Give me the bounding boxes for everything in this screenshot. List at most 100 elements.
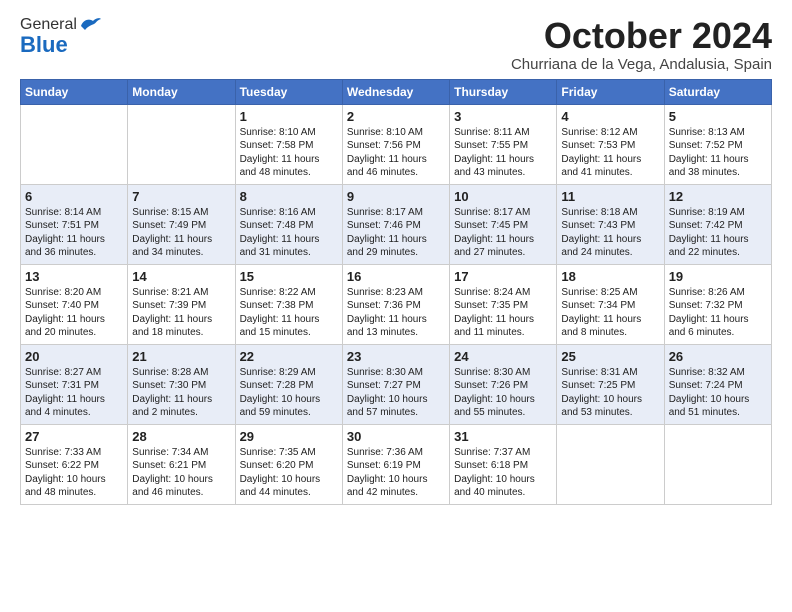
calendar-cell: 4 Sunrise: 8:12 AMSunset: 7:53 PMDaylight…: [557, 104, 664, 184]
cell-text: Sunset: 7:34 PM: [561, 299, 659, 313]
title-block: October 2024 Churriana de la Vega, Andal…: [511, 16, 772, 73]
cell-text: Sunset: 7:51 PM: [25, 219, 123, 233]
calendar-cell: 15Sunrise: 8:22 AMSunset: 7:38 PMDayligh…: [235, 264, 342, 344]
day-number: 8: [240, 189, 338, 204]
cell-text: Sunrise: 8:27 AM: [25, 366, 123, 380]
calendar-cell: 2Sunrise: 8:10 AMSunset: 7:56 PMDaylight…: [342, 104, 449, 184]
cell-text: Sunrise: 8:19 AM: [669, 206, 767, 220]
cell-text: Sunset: 7:30 PM: [132, 379, 230, 393]
day-number: 30: [347, 429, 445, 444]
calendar-header: SundayMondayTuesdayWednesdayThursdayFrid…: [21, 79, 772, 104]
week-row-4: 20Sunrise: 8:27 AMSunset: 7:31 PMDayligh…: [21, 344, 772, 424]
day-number: 12: [669, 189, 767, 204]
cell-text: Sunrise: 8:22 AM: [240, 286, 338, 300]
cell-text: Sunrise: 8:20 AM: [25, 286, 123, 300]
day-number: 22: [240, 349, 338, 364]
calendar-cell: 10Sunrise: 8:17 AMSunset: 7:45 PMDayligh…: [450, 184, 557, 264]
day-number: 7: [132, 189, 230, 204]
cell-text: Daylight: 10 hours and 40 minutes.: [454, 473, 552, 500]
cell-text: Daylight: 11 hours and 38 minutes.: [669, 153, 767, 180]
cell-text: Sunset: 6:20 PM: [240, 459, 338, 473]
cell-text: Sunset: 7:53 PM: [561, 139, 659, 153]
day-number: 15: [240, 269, 338, 284]
cell-text: Daylight: 11 hours and 8 minutes.: [561, 313, 659, 340]
header-day-friday: Friday: [557, 79, 664, 104]
calendar-cell: 19 Sunrise: 8:26 AMSunset: 7:32 PMDayligh…: [664, 264, 771, 344]
calendar-cell: 25Sunrise: 8:31 AMSunset: 7:25 PMDayligh…: [557, 344, 664, 424]
cell-text: Daylight: 11 hours and 6 minutes.: [669, 313, 767, 340]
calendar-cell: 22Sunrise: 8:29 AMSunset: 7:28 PMDayligh…: [235, 344, 342, 424]
calendar-cell: 30Sunrise: 7:36 AMSunset: 6:19 PMDayligh…: [342, 424, 449, 504]
cell-text: Daylight: 10 hours and 55 minutes.: [454, 393, 552, 420]
day-number: 21: [132, 349, 230, 364]
cell-text: Sunrise: 8:12 AM: [561, 126, 659, 140]
day-number: 14: [132, 269, 230, 284]
day-number: 3: [454, 109, 552, 124]
cell-text: Sunset: 7:39 PM: [132, 299, 230, 313]
day-number: 10: [454, 189, 552, 204]
cell-text: Sunset: 7:35 PM: [454, 299, 552, 313]
cell-text: Daylight: 11 hours and 31 minutes.: [240, 233, 338, 260]
calendar-cell: 28Sunrise: 7:34 AMSunset: 6:21 PMDayligh…: [128, 424, 235, 504]
cell-text: Sunset: 6:21 PM: [132, 459, 230, 473]
calendar-cell: 8 Sunrise: 8:16 AMSunset: 7:48 PMDaylight…: [235, 184, 342, 264]
day-number: 4: [561, 109, 659, 124]
cell-text: Daylight: 11 hours and 34 minutes.: [132, 233, 230, 260]
cell-text: Sunset: 7:31 PM: [25, 379, 123, 393]
cell-text: Sunrise: 8:31 AM: [561, 366, 659, 380]
cell-text: Sunrise: 8:15 AM: [132, 206, 230, 220]
calendar-table: SundayMondayTuesdayWednesdayThursdayFrid…: [20, 79, 772, 505]
cell-text: Sunrise: 8:30 AM: [454, 366, 552, 380]
cell-text: Daylight: 11 hours and 22 minutes.: [669, 233, 767, 260]
cell-text: Sunset: 7:58 PM: [240, 139, 338, 153]
calendar-cell: 5Sunrise: 8:13 AMSunset: 7:52 PMDaylight…: [664, 104, 771, 184]
day-number: 28: [132, 429, 230, 444]
day-number: 13: [25, 269, 123, 284]
month-title: October 2024: [511, 16, 772, 56]
day-number: 1: [240, 109, 338, 124]
calendar-cell: 31Sunrise: 7:37 AMSunset: 6:18 PMDayligh…: [450, 424, 557, 504]
cell-text: Daylight: 11 hours and 13 minutes.: [347, 313, 445, 340]
cell-text: Sunrise: 8:30 AM: [347, 366, 445, 380]
cell-text: Daylight: 11 hours and 41 minutes.: [561, 153, 659, 180]
cell-text: Sunset: 7:52 PM: [669, 139, 767, 153]
cell-text: Daylight: 10 hours and 53 minutes.: [561, 393, 659, 420]
header-day-wednesday: Wednesday: [342, 79, 449, 104]
week-row-3: 13Sunrise: 8:20 AMSunset: 7:40 PMDayligh…: [21, 264, 772, 344]
day-number: 29: [240, 429, 338, 444]
cell-text: Sunrise: 7:34 AM: [132, 446, 230, 460]
cell-text: Sunrise: 8:32 AM: [669, 366, 767, 380]
cell-text: Sunrise: 8:13 AM: [669, 126, 767, 140]
day-number: 19: [669, 269, 767, 284]
cell-text: Sunrise: 7:36 AM: [347, 446, 445, 460]
calendar-cell: 12Sunrise: 8:19 AMSunset: 7:42 PMDayligh…: [664, 184, 771, 264]
page: General Blue October 2024 Churriana de l…: [0, 0, 792, 515]
cell-text: Daylight: 10 hours and 48 minutes.: [25, 473, 123, 500]
cell-text: Sunset: 7:32 PM: [669, 299, 767, 313]
cell-text: Sunset: 7:48 PM: [240, 219, 338, 233]
cell-text: Daylight: 11 hours and 36 minutes.: [25, 233, 123, 260]
cell-text: Sunrise: 8:16 AM: [240, 206, 338, 220]
day-number: 9: [347, 189, 445, 204]
header-day-tuesday: Tuesday: [235, 79, 342, 104]
day-number: 24: [454, 349, 552, 364]
day-number: 17: [454, 269, 552, 284]
calendar-cell: 1Sunrise: 8:10 AMSunset: 7:58 PMDaylight…: [235, 104, 342, 184]
logo-bird-icon: [79, 16, 101, 34]
day-number: 23: [347, 349, 445, 364]
cell-text: Sunrise: 8:14 AM: [25, 206, 123, 220]
calendar-cell: 17Sunrise: 8:24 AMSunset: 7:35 PMDayligh…: [450, 264, 557, 344]
header-day-saturday: Saturday: [664, 79, 771, 104]
day-number: 27: [25, 429, 123, 444]
cell-text: Daylight: 11 hours and 48 minutes.: [240, 153, 338, 180]
cell-text: Sunrise: 8:26 AM: [669, 286, 767, 300]
cell-text: Daylight: 11 hours and 27 minutes.: [454, 233, 552, 260]
header-day-thursday: Thursday: [450, 79, 557, 104]
cell-text: Sunrise: 8:21 AM: [132, 286, 230, 300]
cell-text: Daylight: 10 hours and 42 minutes.: [347, 473, 445, 500]
cell-text: Daylight: 11 hours and 46 minutes.: [347, 153, 445, 180]
calendar-cell: 13Sunrise: 8:20 AMSunset: 7:40 PMDayligh…: [21, 264, 128, 344]
cell-text: Daylight: 11 hours and 15 minutes.: [240, 313, 338, 340]
cell-text: Sunrise: 8:11 AM: [454, 126, 552, 140]
cell-text: Daylight: 10 hours and 57 minutes.: [347, 393, 445, 420]
